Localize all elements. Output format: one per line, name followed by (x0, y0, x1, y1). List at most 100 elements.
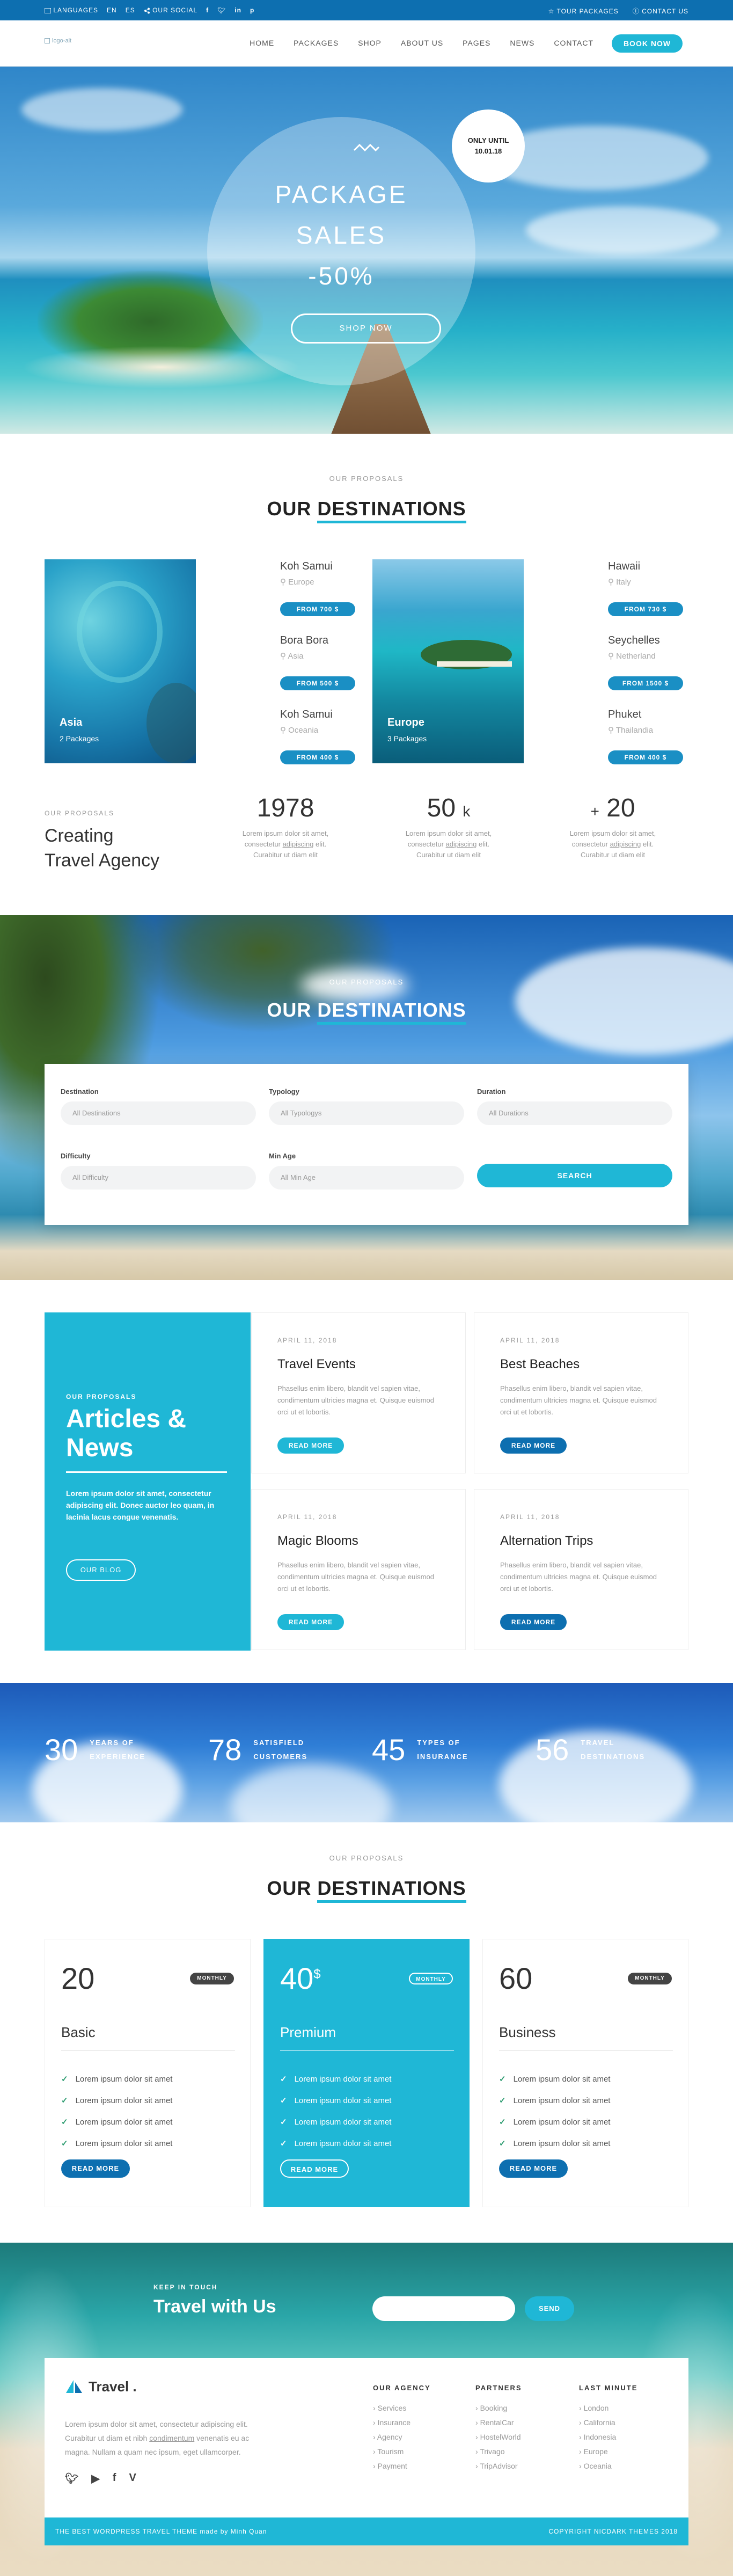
stat-text-link[interactable]: adipiscing (610, 840, 641, 848)
footer-link[interactable]: › Trivago (475, 2447, 522, 2462)
plan-period-badge: MONTHLY (409, 1973, 453, 1984)
linkedin-icon[interactable]: in (234, 6, 241, 14)
article-card[interactable]: APRIL 11, 2018 Travel Events Phasellus e… (251, 1312, 466, 1473)
tour-packages-link[interactable]: ☆ TOUR PACKAGES (548, 8, 619, 15)
menu-item-about-us[interactable]: ABOUT US (401, 39, 443, 47)
read-more-button[interactable]: READ MORE (277, 1437, 344, 1454)
destination-place[interactable]: Bora Bora ⚲ Asia (280, 634, 355, 661)
article-card[interactable]: APRIL 11, 2018 Alternation Trips Phasell… (474, 1489, 688, 1650)
facebook-icon[interactable]: f (206, 6, 209, 14)
vimeo-icon[interactable]: V (129, 2472, 136, 2485)
articles-pre-title: OUR PROPOSALS (66, 1393, 137, 1400)
menu-item-contact[interactable]: CONTACT (554, 39, 593, 47)
destination-card-label: Asia 2 Packages (60, 717, 99, 744)
duration-select[interactable]: All Durations (477, 1101, 672, 1125)
footer-link-label: Indonesia (583, 2433, 617, 2441)
search-button[interactable]: SEARCH (477, 1164, 672, 1187)
typology-select[interactable]: All Typologys (269, 1101, 464, 1125)
destination-card-asia[interactable]: Asia 2 Packages (45, 559, 196, 763)
menu-item-packages[interactable]: PACKAGES (294, 39, 339, 47)
article-title[interactable]: Best Beaches (500, 1357, 580, 1372)
place-country: ⚲ Thailandia (608, 725, 683, 735)
flag-icon (45, 8, 51, 13)
destination-place[interactable]: Phuket ⚲ Thailandia (608, 709, 683, 735)
article-card[interactable]: APRIL 11, 2018 Magic Blooms Phasellus en… (251, 1489, 466, 1650)
destination-place[interactable]: Hawaii ⚲ Italy (608, 560, 683, 587)
location-pin-icon: ⚲ (280, 652, 286, 661)
counter-value: 45 (372, 1733, 406, 1767)
read-more-button[interactable]: READ MORE (500, 1614, 567, 1630)
footer-link[interactable]: › Services (373, 2404, 431, 2418)
articles-intro-text: Lorem ipsum dolor sit amet, consectetur … (66, 1489, 215, 1521)
twitter-icon[interactable]: 🐦︎ (217, 6, 226, 14)
read-more-button[interactable]: READ MORE (61, 2159, 130, 2178)
destination-place[interactable]: Seychelles ⚲ Netherland (608, 634, 683, 661)
logo[interactable]: logo-alt (45, 38, 71, 44)
read-more-button[interactable]: READ MORE (280, 2159, 349, 2178)
shop-now-button[interactable]: SHOP NOW (291, 313, 441, 344)
footer-link[interactable]: › Booking (475, 2404, 522, 2418)
place-price-button[interactable]: FROM 730 $ (608, 602, 683, 616)
book-now-button[interactable]: BOOK NOW (612, 34, 683, 53)
footer-link[interactable]: › Agency (373, 2433, 431, 2447)
footer-link[interactable]: › Insurance (373, 2418, 431, 2433)
send-button[interactable]: SEND (525, 2296, 574, 2321)
place-price-button[interactable]: FROM 700 $ (280, 602, 355, 616)
twitter-icon[interactable]: 🐦︎ (65, 2472, 78, 2485)
counter-label: TYPES OF INSURANCE (417, 1736, 468, 1764)
footer-link[interactable]: › RentalCar (475, 2418, 522, 2433)
menu-item-news[interactable]: NEWS (510, 39, 534, 47)
footer-brand-name: Travel . (89, 2378, 137, 2395)
footer-about-link[interactable]: condimentum (149, 2434, 194, 2442)
footer-link[interactable]: › HostelWorld (475, 2433, 522, 2447)
menu-item-shop[interactable]: SHOP (358, 39, 382, 47)
footer-link-label: Tourism (377, 2447, 404, 2456)
footer-link[interactable]: › Indonesia (579, 2433, 637, 2447)
min-age-select[interactable]: All Min Age (269, 1166, 464, 1190)
languages-link[interactable]: LANGUAGES (45, 6, 98, 14)
footer-link[interactable]: › Tourism (373, 2447, 431, 2462)
article-card[interactable]: APRIL 11, 2018 Best Beaches Phasellus en… (474, 1312, 688, 1473)
lang-es[interactable]: ES (126, 6, 135, 14)
footer-link[interactable]: › TripAdvisor (475, 2462, 522, 2476)
footer-link[interactable]: › Oceania (579, 2462, 637, 2476)
menu-item-pages[interactable]: PAGES (463, 39, 490, 47)
difficulty-select[interactable]: All Difficulty (61, 1166, 256, 1190)
destination-select[interactable]: All Destinations (61, 1101, 256, 1125)
article-title[interactable]: Magic Blooms (277, 1534, 358, 1549)
destination-place[interactable]: Koh Samui ⚲ Oceania (280, 709, 355, 735)
footer-link[interactable]: › Europe (579, 2447, 637, 2462)
contact-us-link[interactable]: ⓘ CONTACT US (633, 6, 688, 16)
read-more-button[interactable]: READ MORE (499, 2159, 568, 2178)
destination-card-count: 2 Packages (60, 734, 99, 743)
pricing-card-premium: 40$ MONTHLY Premium ✓ Lorem ipsum dolor s… (263, 1939, 470, 2207)
place-price-button[interactable]: FROM 400 $ (280, 750, 355, 764)
stat-text-link[interactable]: adipiscing (283, 840, 314, 848)
read-more-button[interactable]: READ MORE (277, 1614, 344, 1630)
place-price-button[interactable]: FROM 400 $ (608, 750, 683, 764)
footer-brand[interactable]: Travel . (65, 2378, 137, 2395)
youtube-icon[interactable]: ▶ (91, 2472, 99, 2485)
lang-en[interactable]: EN (107, 6, 117, 14)
stat-text-link[interactable]: adipiscing (446, 840, 477, 848)
article-title[interactable]: Travel Events (277, 1357, 356, 1372)
place-price-button[interactable]: FROM 500 $ (280, 676, 355, 690)
article-title[interactable]: Alternation Trips (500, 1534, 593, 1549)
footer-link[interactable]: › Payment (373, 2462, 431, 2476)
place-country: ⚲ Oceania (280, 725, 355, 735)
newsletter-email-input[interactable] (372, 2296, 515, 2321)
our-social-link[interactable]: OUR SOCIAL (144, 6, 197, 14)
menu-item-home[interactable]: HOME (250, 39, 274, 47)
agency-stat-text: Lorem ipsum dolor sit amet, consectetur a… (548, 828, 677, 860)
pinterest-icon[interactable]: p (250, 6, 254, 14)
plan-feature-text: Lorem ipsum dolor sit amet (513, 2074, 611, 2084)
read-more-button[interactable]: READ MORE (500, 1437, 567, 1454)
facebook-icon[interactable]: f (113, 2472, 116, 2485)
footer-link[interactable]: › California (579, 2418, 637, 2433)
our-blog-button[interactable]: OUR BLOG (66, 1559, 136, 1581)
footer-link[interactable]: › London (579, 2404, 637, 2418)
destination-place[interactable]: Koh Samui ⚲ Europe (280, 560, 355, 587)
place-name: Bora Bora (280, 634, 329, 646)
destination-card-europe[interactable]: Europe 3 Packages (372, 559, 524, 763)
place-price-button[interactable]: FROM 1500 $ (608, 676, 683, 690)
